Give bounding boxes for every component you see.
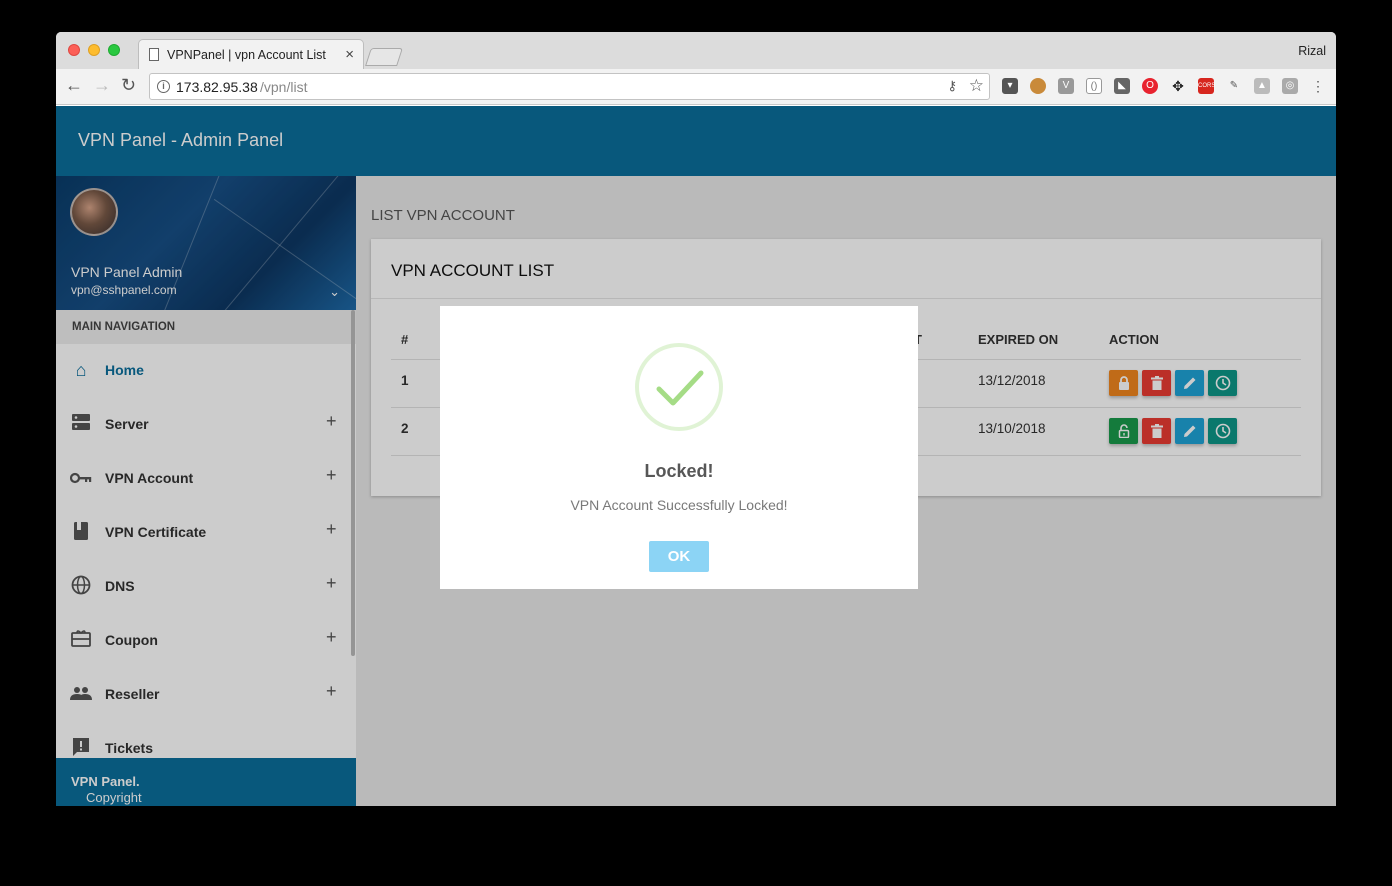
info-icon[interactable]: i — [157, 80, 170, 93]
tab-close-icon[interactable]: × — [345, 46, 354, 63]
extension-icon[interactable]: ◎ — [1282, 78, 1298, 94]
dialog-message: VPN Account Successfully Locked! — [570, 497, 788, 513]
tab-strip: VPNPanel | vpn Account List × Rizal — [56, 32, 1336, 69]
forward-icon[interactable]: → — [93, 75, 111, 96]
browser-tab[interactable]: VPNPanel | vpn Account List × — [138, 39, 364, 69]
new-tab-button[interactable] — [365, 48, 403, 66]
pocket-extension-icon[interactable]: ▾ — [1002, 78, 1018, 94]
vue-extension-icon[interactable]: V — [1058, 78, 1074, 94]
tab-title: VPNPanel | vpn Account List — [167, 48, 326, 62]
browser-toolbar: ← → ↻ i 173.82.95.38 /vpn/list ⚷ ☆ ▾ V (… — [56, 69, 1336, 105]
json-extension-icon[interactable]: () — [1086, 78, 1102, 94]
success-dialog: Locked! VPN Account Successfully Locked!… — [440, 306, 918, 589]
password-key-icon[interactable]: ⚷ — [947, 78, 957, 94]
minimize-window-button[interactable] — [88, 44, 100, 56]
dialog-title: Locked! — [644, 461, 714, 481]
bookmark-star-icon[interactable]: ☆ — [969, 76, 984, 96]
url-host: 173.82.95.38 — [176, 79, 258, 95]
screenshot-extension-icon[interactable]: ◣ — [1114, 78, 1130, 94]
profile-name[interactable]: Rizal — [1298, 44, 1326, 58]
cors-extension-icon[interactable]: CORS — [1198, 78, 1215, 94]
app-viewport: VPN Panel - Admin Panel VPN Panel Admin … — [56, 106, 1336, 806]
browser-window: VPNPanel | vpn Account List × Rizal ← → … — [56, 32, 1336, 806]
back-icon[interactable]: ← — [65, 75, 83, 96]
ok-button[interactable]: OK — [649, 541, 709, 572]
address-bar[interactable]: i 173.82.95.38 /vpn/list ⚷ ☆ — [149, 73, 990, 100]
eyedropper-extension-icon[interactable]: ✎ — [1226, 78, 1242, 94]
success-check-icon — [635, 343, 723, 431]
menu-dots-icon[interactable]: ⋮ — [1310, 78, 1326, 94]
opera-extension-icon[interactable]: O — [1142, 78, 1158, 94]
cookie-extension-icon[interactable] — [1030, 78, 1046, 94]
maximize-window-button[interactable] — [108, 44, 120, 56]
document-icon — [149, 48, 159, 61]
close-window-button[interactable] — [68, 44, 80, 56]
url-path: /vpn/list — [260, 79, 308, 95]
drive-extension-icon[interactable]: ▲ — [1254, 78, 1270, 94]
reload-icon[interactable]: ↻ — [121, 75, 136, 96]
move-extension-icon[interactable]: ✥ — [1170, 78, 1186, 94]
